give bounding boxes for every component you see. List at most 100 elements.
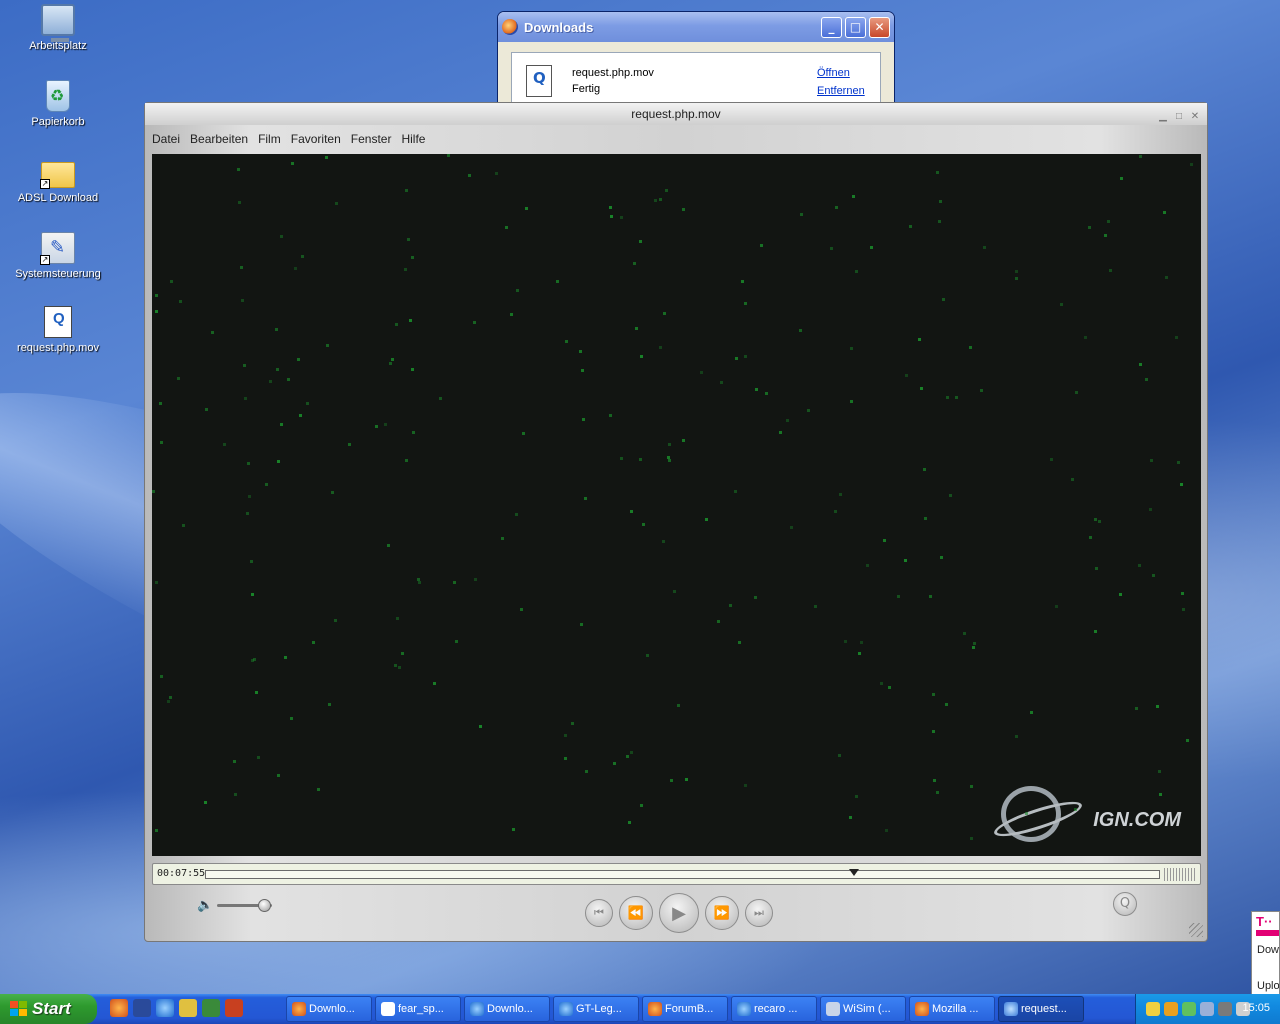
maximize-button[interactable]: □	[1173, 106, 1185, 128]
video-noise-pixel	[799, 329, 802, 332]
video-noise-pixel	[685, 778, 688, 781]
downloads-titlebar[interactable]: Downloads _ □ ✕	[498, 12, 894, 42]
video-noise-pixel	[659, 198, 662, 201]
task-button[interactable]: fear_sp...	[375, 996, 461, 1022]
desktop-icon-adsl-download[interactable]: ↗ ADSL Download	[8, 156, 108, 204]
video-noise-pixel	[297, 358, 300, 361]
remove-link[interactable]: Entfernen	[817, 85, 865, 97]
video-noise-pixel	[411, 368, 414, 371]
video-noise-pixel	[705, 518, 708, 521]
video-noise-pixel	[579, 350, 582, 353]
playhead-icon[interactable]	[849, 869, 860, 876]
video-noise-pixel	[720, 381, 723, 384]
task-button[interactable]: Mozilla ...	[909, 996, 995, 1022]
video-noise-pixel	[287, 378, 290, 381]
desktop-icon-request-mov[interactable]: request.php.mov	[8, 306, 108, 354]
quicktime-logo-button[interactable]: Q	[1113, 892, 1137, 916]
video-noise-pixel	[1015, 735, 1018, 738]
fast-forward-button[interactable]: ⏩	[705, 896, 739, 930]
network-tray-icon[interactable]	[1218, 1002, 1232, 1016]
video-noise-pixel	[248, 495, 251, 498]
video-noise-pixel	[179, 300, 182, 303]
task-button-active[interactable]: request...	[998, 996, 1084, 1022]
video-noise-pixel	[325, 156, 328, 159]
desktop-icon-systemsteuerung[interactable]: ↗ Systemsteuerung	[8, 232, 108, 280]
video-noise-pixel	[306, 402, 309, 405]
volume-tray-icon[interactable]	[1200, 1002, 1214, 1016]
minimize-button[interactable]: _	[821, 16, 842, 38]
volume-knob[interactable]	[257, 899, 271, 912]
timeline-scrubber[interactable]	[205, 869, 1160, 879]
my-computer-icon	[41, 4, 75, 42]
start-button[interactable]: Start	[0, 994, 97, 1024]
video-noise-pixel	[326, 344, 329, 347]
video-noise-pixel	[949, 494, 952, 497]
video-display[interactable]: IGN.COM	[152, 154, 1201, 856]
minimize-button[interactable]: ▁	[1157, 106, 1169, 128]
quicktime-icon	[1004, 1002, 1018, 1016]
close-button[interactable]: ✕	[869, 16, 890, 38]
video-noise-pixel	[633, 262, 636, 265]
transport-controls: ⏮ ⏪ ▶ ⏩ ⏭	[585, 893, 773, 933]
video-noise-pixel	[1186, 739, 1189, 742]
menu-film[interactable]: Film	[258, 128, 281, 150]
player-titlebar[interactable]: request.php.mov ▁ □ ✕	[145, 103, 1207, 125]
video-noise-pixel	[1089, 536, 1092, 539]
firefox-icon[interactable]	[110, 999, 128, 1017]
open-link[interactable]: Öffnen	[817, 67, 850, 79]
video-noise-pixel	[970, 837, 973, 840]
task-button[interactable]: recaro ...	[731, 996, 817, 1022]
rewind-button[interactable]: ⏪	[619, 896, 653, 930]
tray-icon[interactable]	[1182, 1002, 1196, 1016]
desktop-icon-papierkorb[interactable]: Papierkorb	[8, 80, 108, 128]
go-to-start-button[interactable]: ⏮	[585, 899, 613, 927]
desktop-icon-label: Systemsteuerung	[15, 268, 101, 280]
tray-icon[interactable]	[1164, 1002, 1178, 1016]
firefox-icon	[502, 19, 518, 35]
video-noise-pixel	[744, 355, 747, 358]
play-button[interactable]: ▶	[659, 893, 699, 933]
video-noise-pixel	[830, 247, 833, 250]
close-button[interactable]: ✕	[1189, 106, 1201, 128]
menu-favoriten[interactable]: Favoriten	[291, 128, 341, 150]
menu-fenster[interactable]: Fenster	[351, 128, 392, 150]
video-noise-pixel	[790, 526, 793, 529]
volume-slider[interactable]	[217, 899, 272, 912]
task-button[interactable]: WiSim (...	[820, 996, 906, 1022]
video-noise-pixel	[844, 640, 847, 643]
video-noise-pixel	[275, 328, 278, 331]
task-button[interactable]: ForumB...	[642, 996, 728, 1022]
menu-bearbeiten[interactable]: Bearbeiten	[190, 128, 248, 150]
ie-icon	[470, 1002, 484, 1016]
video-noise-pixel	[294, 267, 297, 270]
desktop-icon-arbeitsplatz[interactable]: Arbeitsplatz	[8, 4, 108, 52]
video-noise-pixel	[571, 722, 574, 725]
task-button[interactable]: GT-Leg...	[553, 996, 639, 1022]
video-noise-pixel	[1060, 303, 1063, 306]
task-button[interactable]: Downlo...	[464, 996, 550, 1022]
ie-icon[interactable]	[156, 999, 174, 1017]
video-noise-pixel	[1015, 277, 1018, 280]
app-icon[interactable]	[179, 999, 197, 1017]
video-noise-pixel	[860, 641, 863, 644]
app-icon[interactable]	[202, 999, 220, 1017]
app-icon[interactable]	[225, 999, 243, 1017]
tray-icon[interactable]	[1146, 1002, 1160, 1016]
video-noise-pixel	[269, 380, 272, 383]
video-noise-pixel	[301, 255, 304, 258]
menu-hilfe[interactable]: Hilfe	[401, 128, 425, 150]
video-noise-pixel	[642, 523, 645, 526]
video-noise-pixel	[205, 408, 208, 411]
resize-grip-icon[interactable]	[1189, 923, 1203, 937]
task-button[interactable]: Downlo...	[286, 996, 372, 1022]
video-noise-pixel	[277, 774, 280, 777]
video-noise-pixel	[963, 632, 966, 635]
video-noise-pixel	[929, 595, 932, 598]
go-to-end-button[interactable]: ⏭	[745, 899, 773, 927]
download-status: Fertig	[572, 83, 601, 95]
video-noise-pixel	[1074, 808, 1077, 811]
app-icon[interactable]	[133, 999, 151, 1017]
menu-datei[interactable]: Datei	[152, 128, 180, 150]
maximize-button[interactable]: □	[845, 16, 866, 38]
video-noise-pixel	[1107, 220, 1110, 223]
